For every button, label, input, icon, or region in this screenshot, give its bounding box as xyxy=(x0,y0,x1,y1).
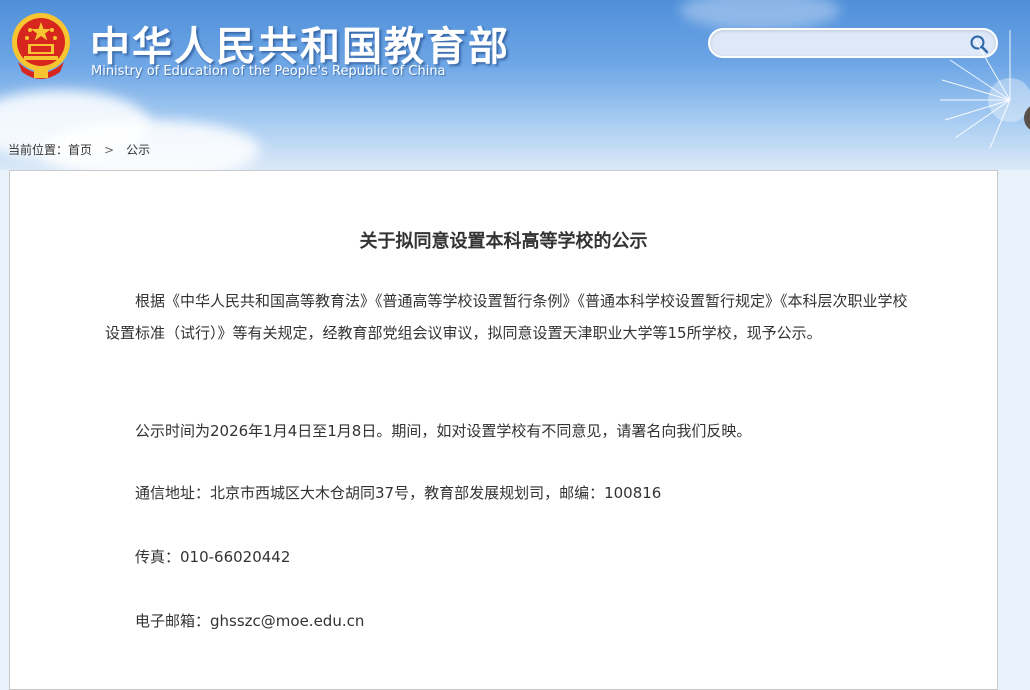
breadcrumb-separator: > xyxy=(104,143,115,157)
breadcrumb-current-link[interactable]: 公示 xyxy=(126,141,150,158)
dandelion-decoration-icon xyxy=(940,30,1030,149)
article-paragraph-period: 公示时间为2026年1月4日至1月8日。期间，如对设置学校有不同意见，请署名向我… xyxy=(135,422,752,440)
article-paragraph-basis: 根据《中华人民共和国高等教育法》《普通高等学校设置暂行条例》《普通本科学校设置暂… xyxy=(105,292,908,342)
national-emblem-icon[interactable] xyxy=(10,10,72,82)
article-container: 关于拟同意设置本科高等学校的公示 根据《中华人民共和国高等教育法》《普通高等学校… xyxy=(9,170,998,690)
article-title: 关于拟同意设置本科高等学校的公示 xyxy=(359,231,648,252)
article-paragraph-email: 电子邮箱：ghsszc@moe.edu.cn xyxy=(135,612,365,630)
breadcrumb-prefix: 当前位置： xyxy=(8,143,69,157)
site-header: 中华人民共和国教育部 Ministry of Education of the … xyxy=(0,0,1030,170)
site-subtitle: Ministry of Education of the People's Re… xyxy=(91,64,446,79)
breadcrumb: 当前位置：首页 > 公示 xyxy=(8,141,150,158)
article-paragraph-fax: 传真：010-66020442 xyxy=(135,548,291,566)
breadcrumb-home-link[interactable]: 首页 xyxy=(68,141,92,158)
article-paragraph-address: 通信地址：北京市西城区大木仓胡同37号，教育部发展规划司，邮编：100816 xyxy=(135,484,662,502)
cloud-decoration xyxy=(680,0,840,30)
